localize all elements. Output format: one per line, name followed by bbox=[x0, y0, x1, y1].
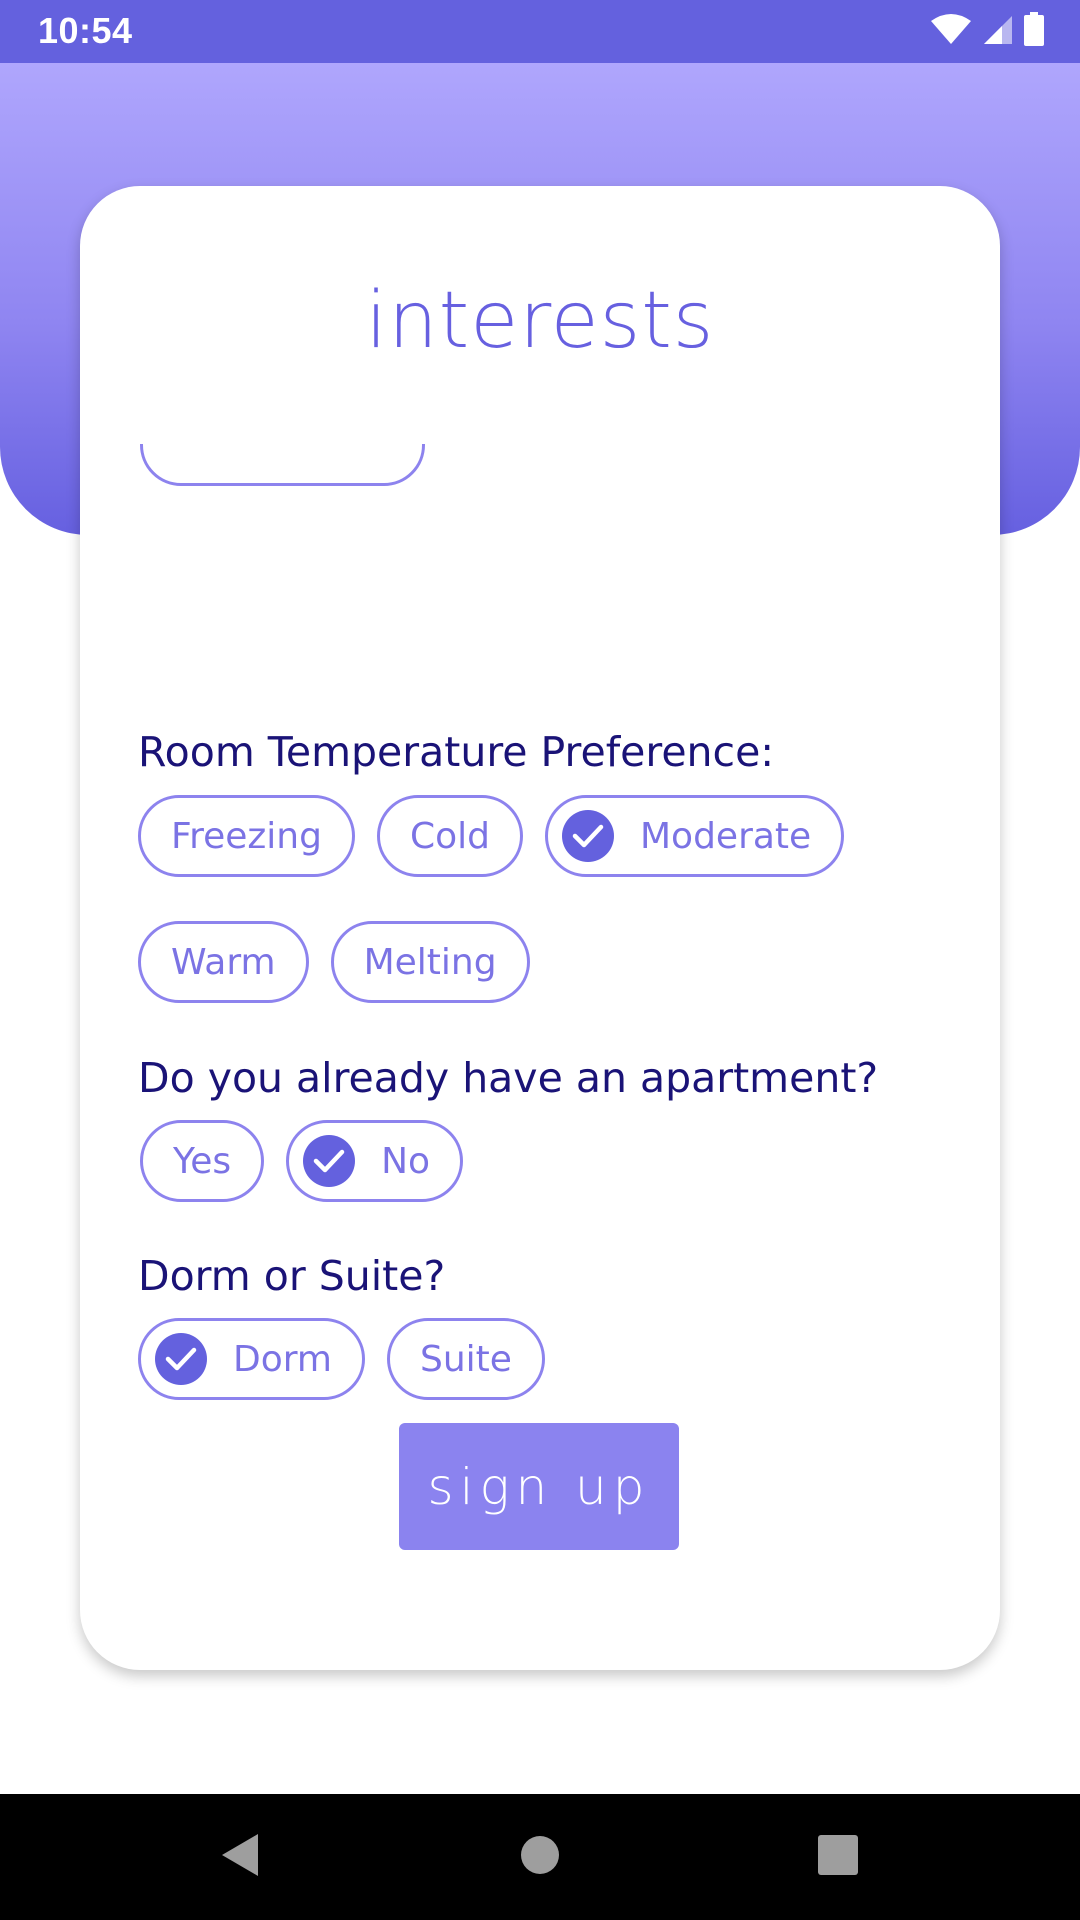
recents-icon bbox=[817, 1834, 859, 1881]
chip-suite[interactable]: Suite bbox=[386, 1318, 545, 1400]
dorm-suite-options-row: Dorm Suite bbox=[138, 1318, 545, 1400]
question-label-apartment: Do you already have an apartment? bbox=[138, 1054, 879, 1102]
partial-chip[interactable] bbox=[140, 444, 425, 486]
page-title: interests bbox=[365, 276, 715, 366]
check-icon bbox=[155, 1333, 207, 1385]
back-icon bbox=[220, 1832, 260, 1883]
chip-dorm[interactable]: Dorm bbox=[138, 1318, 365, 1400]
back-button[interactable] bbox=[180, 1794, 300, 1920]
chip-label: Yes bbox=[173, 1140, 232, 1182]
chip-melting[interactable]: Melting bbox=[330, 921, 530, 1003]
question-label-temperature: Room Temperature Preference: bbox=[138, 728, 775, 776]
temperature-options-row-2: Warm Melting bbox=[138, 921, 530, 1003]
check-icon bbox=[303, 1135, 356, 1187]
status-icons bbox=[930, 11, 1044, 51]
battery-icon bbox=[1024, 11, 1044, 51]
interests-card: interests Room Temperature Preference: F… bbox=[80, 186, 1000, 1670]
chip-freezing[interactable]: Freezing bbox=[138, 795, 355, 877]
signal-icon bbox=[982, 13, 1014, 50]
chip-label: Cold bbox=[409, 815, 490, 857]
chip-label: Freezing bbox=[171, 815, 322, 857]
chip-cold[interactable]: Cold bbox=[376, 795, 523, 877]
status-bar: 10:54 bbox=[0, 0, 1080, 63]
check-icon bbox=[561, 810, 614, 862]
chip-label: Warm bbox=[171, 941, 276, 983]
chip-no[interactable]: No bbox=[286, 1120, 464, 1202]
navigation-bar bbox=[0, 1794, 1080, 1920]
chip-label: Suite bbox=[419, 1338, 512, 1380]
apartment-options-row: Yes No bbox=[140, 1120, 464, 1202]
chip-label: Melting bbox=[363, 941, 497, 983]
sign-up-button[interactable]: sign up bbox=[399, 1423, 679, 1550]
chip-label: Moderate bbox=[639, 815, 812, 857]
status-time: 10:54 bbox=[38, 10, 133, 51]
home-button[interactable] bbox=[480, 1794, 600, 1920]
chip-label: Dorm bbox=[233, 1338, 332, 1380]
recents-button[interactable] bbox=[778, 1794, 898, 1920]
chip-label: No bbox=[381, 1140, 431, 1182]
chip-moderate[interactable]: Moderate bbox=[544, 795, 845, 877]
chip-yes[interactable]: Yes bbox=[140, 1120, 265, 1202]
question-label-dorm-suite: Dorm or Suite? bbox=[138, 1252, 446, 1300]
temperature-options-row-1: Freezing Cold Moderate bbox=[138, 795, 845, 877]
home-icon bbox=[520, 1835, 560, 1880]
chip-warm[interactable]: Warm bbox=[138, 921, 309, 1003]
questions-scroll-area[interactable]: Room Temperature Preference: Freezing Co… bbox=[80, 444, 1000, 1554]
wifi-icon bbox=[930, 13, 972, 50]
